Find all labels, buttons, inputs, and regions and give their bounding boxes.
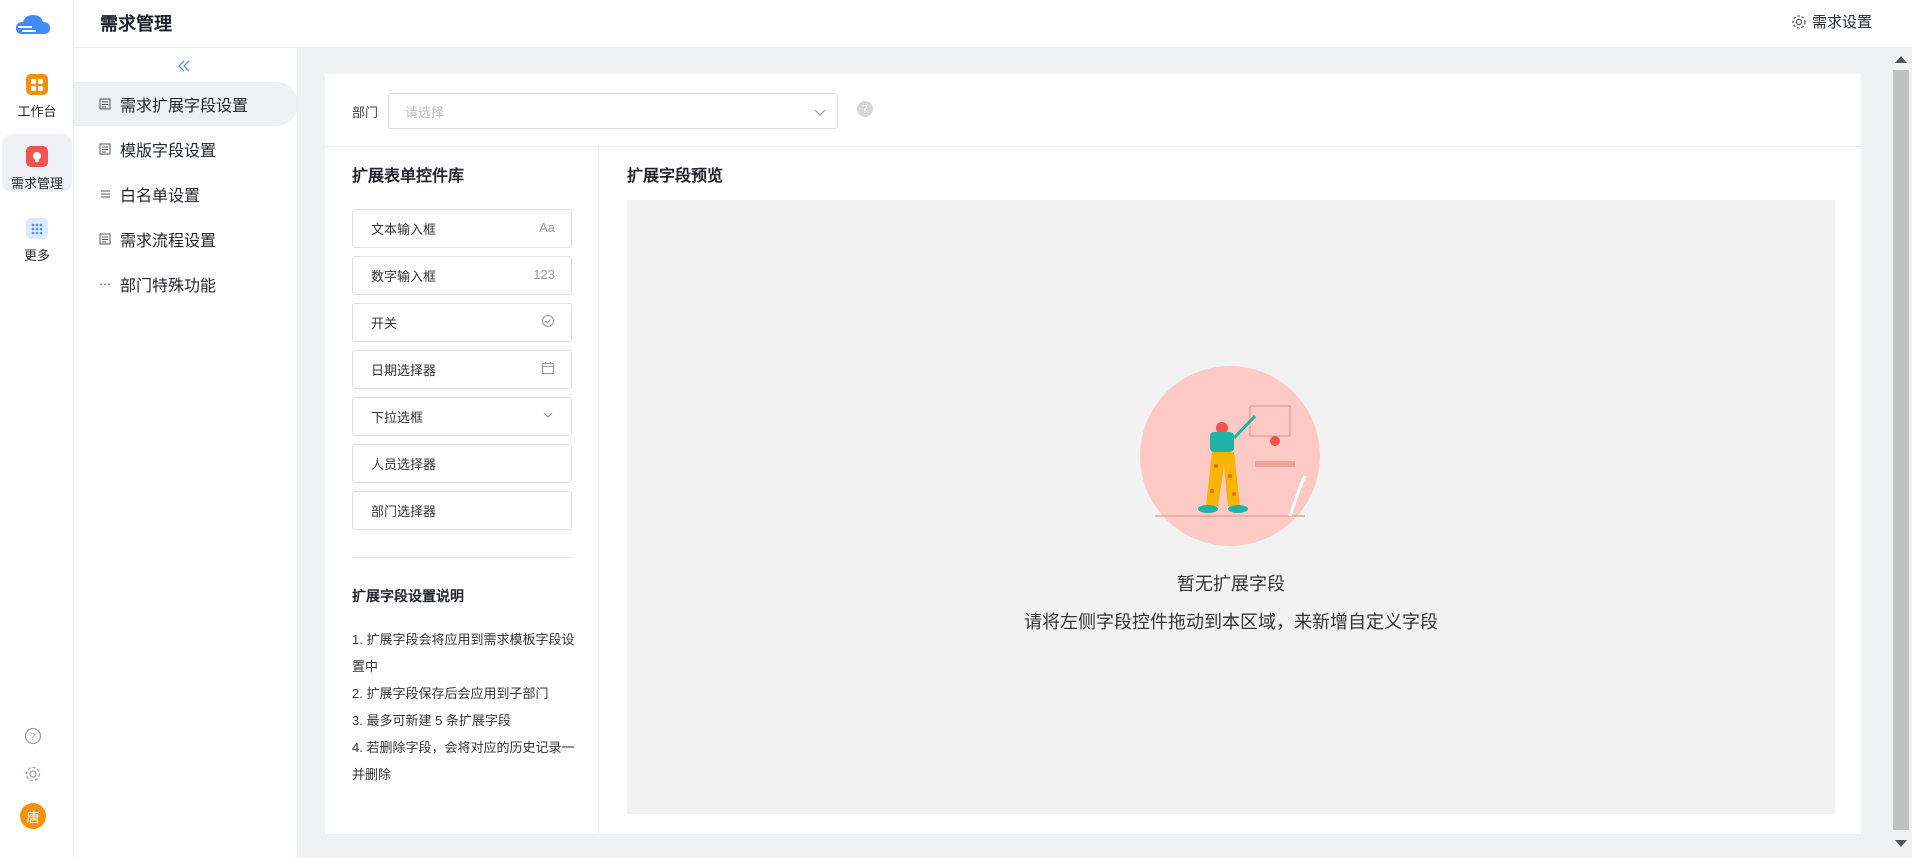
collapse-sidebar-icon[interactable] bbox=[174, 56, 194, 76]
avatar[interactable]: 唐 bbox=[20, 803, 46, 829]
field-preview: 扩展字段预览 暂无扩展字段 请将左侧字段控件拖动到本区域，来新增自定义字段 bbox=[600, 148, 1861, 834]
control-label: 人员选择器 bbox=[371, 457, 437, 472]
gear-icon[interactable] bbox=[22, 763, 44, 785]
sidebar-item-workflow[interactable]: 需求流程设置 bbox=[74, 217, 298, 261]
preview-drop-zone[interactable]: 暂无扩展字段 请将左侧字段控件拖动到本区域，来新增自定义字段 bbox=[627, 200, 1835, 814]
number-input-icon: 123 bbox=[533, 267, 555, 282]
control-label: 数字输入框 bbox=[371, 269, 437, 284]
calendar-icon bbox=[541, 361, 555, 375]
sidebar-item-label: 需求扩展字段设置 bbox=[120, 98, 249, 115]
requirement-settings-button[interactable]: 需求设置 bbox=[1791, 11, 1872, 32]
sidebar-item-label: 需求流程设置 bbox=[120, 233, 217, 250]
page-title: 需求管理 bbox=[100, 14, 172, 34]
rail-item-workbench[interactable]: 工作台 bbox=[0, 62, 74, 120]
rail-label: 需求管理 bbox=[10, 176, 63, 191]
cloud-logo-icon bbox=[12, 10, 54, 42]
control-label: 文本输入框 bbox=[371, 222, 437, 237]
document-icon bbox=[98, 142, 112, 156]
settings-label: 需求设置 bbox=[1811, 14, 1872, 31]
rail-item-more[interactable]: 更多 bbox=[0, 206, 74, 264]
control-switch[interactable]: 开关 bbox=[352, 303, 572, 342]
empty-state-illustration bbox=[1140, 366, 1320, 546]
settings-sidebar: 需求扩展字段设置 模版字段设置 白名单设置 需求流程设置 ⋯ 部门特殊功能 bbox=[74, 48, 298, 858]
sidebar-item-label: 部门特殊功能 bbox=[120, 278, 217, 295]
control-department-picker[interactable]: 部门选择器 bbox=[352, 491, 572, 530]
empty-state-title: 暂无扩展字段 bbox=[1177, 574, 1285, 594]
app-rail: 工作台 需求管理 更多 ? 唐 bbox=[0, 0, 74, 858]
scroll-thumb[interactable] bbox=[1893, 70, 1909, 830]
document-icon bbox=[98, 97, 112, 111]
department-select[interactable]: 请选择 bbox=[388, 93, 838, 129]
scroll-up-icon[interactable] bbox=[1895, 56, 1907, 63]
notes-list: 1. 扩展字段会将应用到需求模板字段设置中 2. 扩展字段保存后会应用到子部门 … bbox=[352, 626, 576, 788]
rail-label: 工作台 bbox=[17, 104, 57, 119]
document-icon bbox=[98, 232, 112, 246]
top-bar: 需求管理 需求设置 bbox=[74, 0, 1912, 48]
chevron-down-icon bbox=[541, 408, 555, 422]
rail-label: 更多 bbox=[23, 248, 50, 263]
workbench-icon bbox=[26, 74, 48, 95]
control-label: 部门选择器 bbox=[371, 504, 437, 519]
sidebar-item-template-fields[interactable]: 模版字段设置 bbox=[74, 127, 298, 171]
lightbulb-icon bbox=[26, 146, 48, 167]
sidebar-item-label: 模版字段设置 bbox=[120, 143, 217, 160]
sidebar-item-whitelist[interactable]: 白名单设置 bbox=[74, 172, 298, 216]
control-number-input[interactable]: 数字输入框 123 bbox=[352, 256, 572, 295]
chevron-down-icon bbox=[813, 104, 827, 123]
list-icon bbox=[98, 187, 112, 201]
rail-item-requirements[interactable]: 需求管理 bbox=[2, 134, 72, 192]
note-item: 1. 扩展字段会将应用到需求模板字段设置中 bbox=[352, 632, 575, 674]
control-text-input[interactable]: 文本输入框 Aa bbox=[352, 209, 572, 248]
check-circle-icon bbox=[541, 314, 555, 328]
control-person-picker[interactable]: 人员选择器 bbox=[352, 444, 572, 483]
department-label: 部门 bbox=[352, 105, 379, 120]
scroll-down-icon[interactable] bbox=[1895, 840, 1907, 847]
main-content: 部门 请选择 ? 扩展表单控件库 文本输入框 Aa 数字输入框 123 开关 日… bbox=[325, 74, 1861, 834]
control-date-picker[interactable]: 日期选择器 bbox=[352, 350, 572, 389]
control-label: 开关 bbox=[371, 316, 398, 331]
text-input-icon: Aa bbox=[539, 220, 555, 235]
gear-icon bbox=[1792, 14, 1806, 29]
preview-title: 扩展字段预览 bbox=[627, 168, 724, 185]
control-library: 扩展表单控件库 文本输入框 Aa 数字输入框 123 开关 日期选择器 下拉选框 bbox=[325, 148, 599, 834]
control-label: 日期选择器 bbox=[371, 363, 437, 378]
note-item: 3. 最多可新建 5 条扩展字段 bbox=[352, 713, 511, 728]
divider bbox=[352, 557, 572, 558]
department-select-placeholder: 请选择 bbox=[405, 104, 445, 120]
help-icon[interactable]: ? bbox=[857, 101, 873, 117]
sidebar-item-department-features[interactable]: ⋯ 部门特殊功能 bbox=[74, 262, 298, 306]
sidebar-item-extension-fields[interactable]: 需求扩展字段设置 bbox=[74, 82, 298, 126]
control-dropdown[interactable]: 下拉选框 bbox=[352, 397, 572, 436]
note-item: 4. 若删除字段，会将对应的历史记录一并删除 bbox=[352, 740, 575, 782]
svg-text:?: ? bbox=[30, 732, 35, 743]
help-circle-icon[interactable]: ? bbox=[22, 725, 44, 747]
grid-dots-icon bbox=[26, 218, 48, 239]
ellipsis-icon: ⋯ bbox=[99, 277, 111, 291]
page-scrollbar[interactable] bbox=[1890, 48, 1912, 858]
library-title: 扩展表单控件库 bbox=[352, 168, 465, 185]
empty-state-hint: 请将左侧字段控件拖动到本区域，来新增自定义字段 bbox=[1024, 612, 1438, 632]
filter-row: 部门 请选择 ? bbox=[325, 74, 1861, 147]
notes-title: 扩展字段设置说明 bbox=[352, 588, 464, 604]
control-label: 下拉选框 bbox=[371, 410, 424, 425]
note-item: 2. 扩展字段保存后会应用到子部门 bbox=[352, 686, 549, 701]
sidebar-item-label: 白名单设置 bbox=[120, 188, 201, 205]
